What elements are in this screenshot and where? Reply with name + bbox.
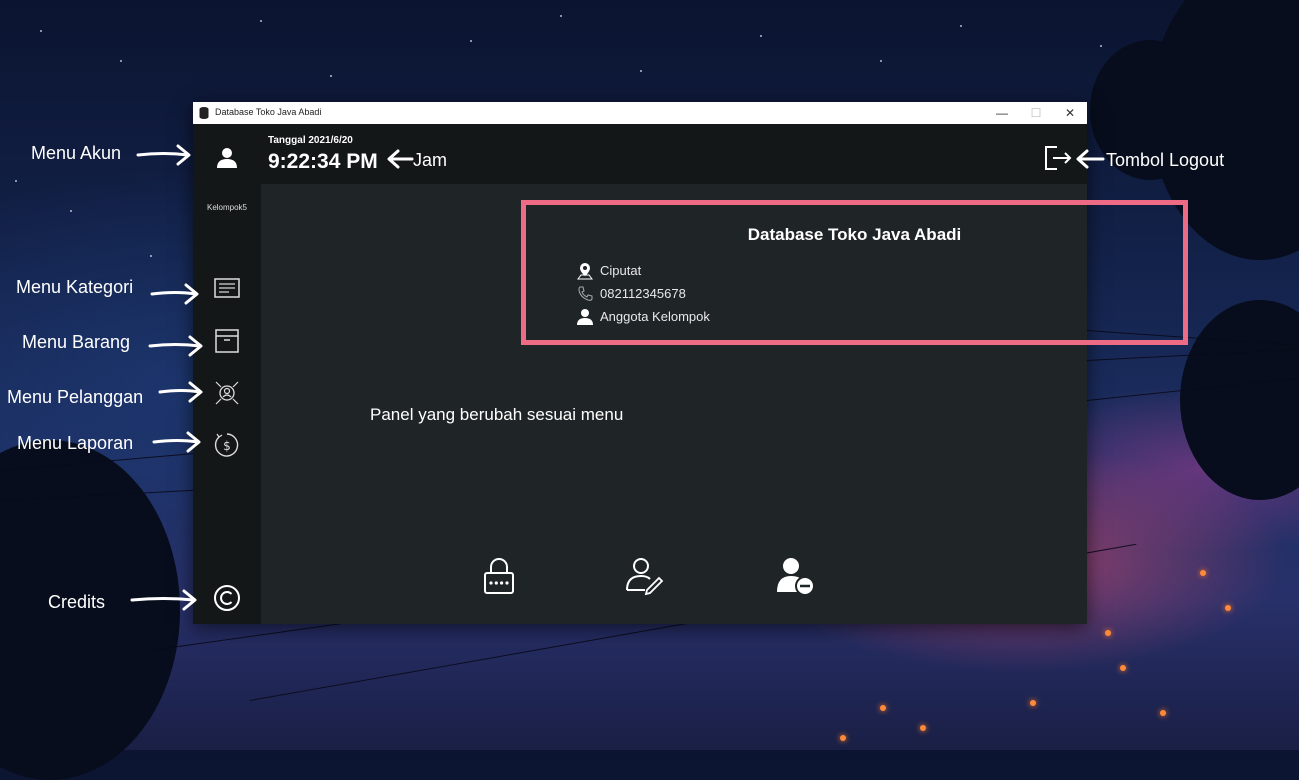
app-window: Database Toko Java Abadi — ☐ ✕ Kelompok5 <box>193 102 1188 624</box>
arrow-left-icon <box>1076 149 1105 169</box>
info-card: Database Toko Java Abadi Ciputat 0821123… <box>521 200 1188 345</box>
date-label: Tanggal 2021/6/20 <box>268 135 353 146</box>
location-text: Ciputat <box>600 263 642 278</box>
arrow-right-icon <box>136 144 191 166</box>
box-icon[interactable] <box>213 327 241 355</box>
annotation-menu-laporan: Menu Laporan <box>17 433 134 453</box>
annotation-menu-barang: Menu Barang <box>22 332 131 352</box>
database-icon <box>199 107 209 119</box>
copyright-icon[interactable] <box>213 584 241 612</box>
list-card-icon[interactable] <box>213 274 241 302</box>
arrow-right-icon <box>130 589 197 611</box>
phone-text: 082112345678 <box>600 286 686 301</box>
phone-icon <box>578 286 593 301</box>
annotation-jam: Jam <box>413 150 448 170</box>
edit-user-icon[interactable] <box>625 556 665 596</box>
user-icon[interactable] <box>213 144 241 172</box>
logout-icon[interactable] <box>1043 144 1073 172</box>
arrow-right-icon <box>148 335 203 357</box>
money-report-icon[interactable]: $ <box>213 431 241 459</box>
svg-text:$: $ <box>223 439 231 453</box>
arrow-left-icon <box>387 149 414 169</box>
info-title: Database Toko Java Abadi <box>747 225 962 244</box>
annotation-menu-kategori: Menu Kategori <box>16 277 134 297</box>
customer-network-icon[interactable] <box>213 379 241 407</box>
lock-password-icon[interactable] <box>479 556 519 596</box>
window-title: Database Toko Java Abadi <box>215 107 322 117</box>
minimize-button[interactable]: — <box>985 102 1019 124</box>
annotation-menu-pelanggan: Menu Pelanggan <box>7 387 144 407</box>
remove-user-icon[interactable] <box>776 556 816 596</box>
members-text[interactable]: Anggota Kelompok <box>600 309 710 324</box>
user-label: Kelompok5 <box>206 203 248 212</box>
arrow-right-icon <box>152 431 201 453</box>
content-panel: Database Toko Java Abadi Ciputat 0821123… <box>261 184 1188 624</box>
sidebar: Kelompok5 $ <box>193 124 261 624</box>
panel-placeholder-text: Panel yang berubah sesuai menu <box>370 405 624 424</box>
maximize-button[interactable]: ☐ <box>1019 102 1053 124</box>
close-button[interactable]: ✕ <box>1053 102 1087 124</box>
arrow-right-icon <box>150 283 199 305</box>
arrow-right-icon <box>158 381 203 403</box>
annotation-menu-akun: Menu Akun <box>31 143 122 163</box>
top-bar: Tanggal 2021/6/20 9:22:34 PM <box>261 124 1087 184</box>
person-icon <box>577 309 593 325</box>
annotation-credits: Credits <box>48 592 106 612</box>
annotation-tombol-logout: Tombol Logout <box>1106 150 1225 170</box>
clock-label: 9:22:34 PM <box>268 150 378 173</box>
title-bar[interactable]: Database Toko Java Abadi — ☐ ✕ <box>193 102 1087 124</box>
map-pin-icon <box>577 263 593 280</box>
